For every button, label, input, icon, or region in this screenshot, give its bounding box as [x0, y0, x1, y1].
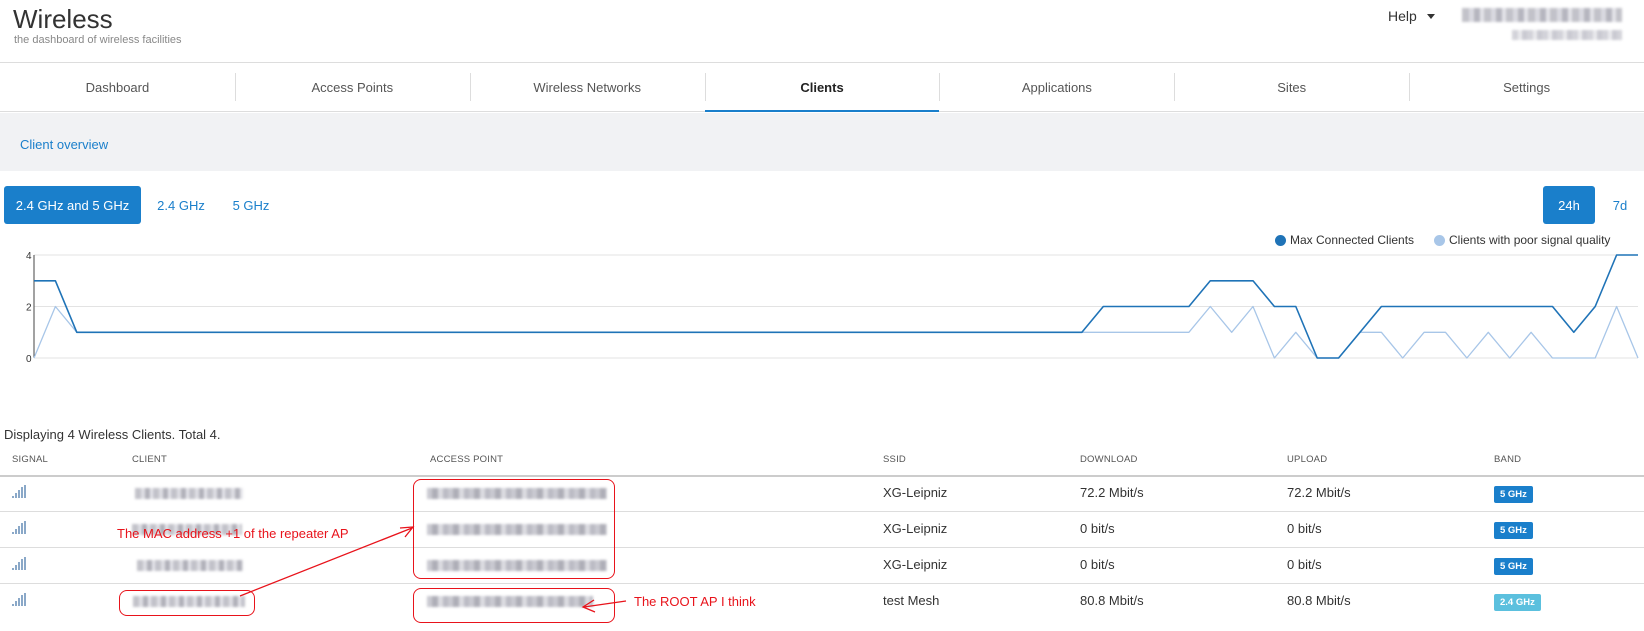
- legend-swatch: [1434, 234, 1445, 246]
- annotation-box-root-ap: [413, 588, 615, 623]
- legend-swatch: [1275, 234, 1286, 246]
- signal-strength-icon: [12, 557, 34, 570]
- download-cell: 80.8 Mbit/s: [1080, 593, 1144, 608]
- help-label: Help: [1388, 8, 1417, 24]
- download-cell: 0 bit/s: [1080, 521, 1115, 536]
- annotation-box-client: [119, 590, 255, 616]
- band-badge: 5 GHz: [1494, 558, 1533, 575]
- upload-cell: 0 bit/s: [1287, 557, 1322, 572]
- subnav-bar: Client overview: [0, 113, 1644, 171]
- band-filter-5[interactable]: 5 GHz: [222, 186, 280, 224]
- client-overview-link[interactable]: Client overview: [20, 137, 108, 152]
- client-mac-redacted: [135, 488, 243, 499]
- main-nav: Dashboard Access Points Wireless Network…: [0, 62, 1644, 112]
- arrowhead: [399, 526, 415, 538]
- band-badge: 5 GHz: [1494, 486, 1533, 503]
- tab-settings[interactable]: Settings: [1409, 63, 1644, 111]
- col-client[interactable]: CLIENT: [132, 454, 167, 465]
- col-band[interactable]: BAND: [1494, 454, 1521, 465]
- table-header-divider: [0, 475, 1644, 477]
- legend-max-clients: Max Connected Clients: [1275, 233, 1414, 247]
- range-filter-24h[interactable]: 24h: [1543, 186, 1595, 224]
- chevron-down-icon: [1426, 13, 1435, 19]
- col-download[interactable]: DOWNLOAD: [1080, 454, 1138, 465]
- ssid-cell: XG-Leipniz: [883, 521, 948, 536]
- band-filter-all[interactable]: 2.4 GHz and 5 GHz: [4, 186, 141, 224]
- upload-cell: 0 bit/s: [1287, 521, 1322, 536]
- app-title: Wireless: [13, 4, 113, 34]
- signal-strength-icon: [12, 485, 34, 498]
- tab-wireless-networks[interactable]: Wireless Networks: [469, 63, 705, 111]
- clients-summary: Displaying 4 Wireless Clients. Total 4.: [4, 427, 221, 442]
- client-mac-redacted: [137, 560, 243, 571]
- ssid-cell: XG-Leipniz: [883, 485, 948, 500]
- y-tick-label: 2: [26, 303, 32, 314]
- col-access-point[interactable]: ACCESS POINT: [430, 454, 503, 465]
- row-divider: [0, 583, 1644, 584]
- col-signal[interactable]: SIGNAL: [12, 454, 48, 465]
- app-header: Wireless the dashboard of wireless facil…: [0, 0, 1644, 62]
- y-tick-label: 4: [26, 251, 32, 262]
- download-cell: 72.2 Mbit/s: [1080, 485, 1144, 500]
- signal-strength-icon: [12, 593, 34, 606]
- band-badge: 2.4 GHz: [1494, 594, 1541, 611]
- help-menu[interactable]: Help: [1388, 8, 1435, 24]
- annotation-repeater-note: The MAC address +1 of the repeater AP: [117, 526, 349, 541]
- col-upload[interactable]: UPLOAD: [1287, 454, 1327, 465]
- signal-strength-icon: [12, 521, 34, 534]
- tab-dashboard[interactable]: Dashboard: [0, 63, 235, 111]
- legend-label: Max Connected Clients: [1290, 233, 1415, 247]
- col-ssid[interactable]: SSID: [883, 454, 906, 465]
- tab-clients[interactable]: Clients: [704, 63, 940, 112]
- legend-poor-signal: Clients with poor signal quality: [1434, 233, 1610, 247]
- upload-cell: 80.8 Mbit/s: [1287, 593, 1351, 608]
- y-tick-label: 0: [26, 354, 32, 365]
- band-badge: 5 GHz: [1494, 522, 1533, 539]
- app-subtitle: the dashboard of wireless facilities: [14, 34, 182, 46]
- ssid-cell: XG-Leipniz: [883, 557, 948, 572]
- range-filter-7d[interactable]: 7d: [1604, 186, 1636, 224]
- clients-line-chart: 0 2 4: [26, 251, 1639, 365]
- upload-cell: 72.2 Mbit/s: [1287, 485, 1351, 500]
- tab-applications[interactable]: Applications: [939, 63, 1174, 111]
- user-org-redacted: [1512, 30, 1622, 40]
- band-filter-24[interactable]: 2.4 GHz: [150, 186, 212, 224]
- tab-sites[interactable]: Sites: [1174, 63, 1409, 111]
- legend-label: Clients with poor signal quality: [1449, 233, 1611, 247]
- row-divider: [0, 547, 1644, 548]
- annotation-root-note: The ROOT AP I think: [634, 594, 756, 609]
- ssid-cell: test Mesh: [883, 593, 940, 608]
- user-name-redacted: [1462, 8, 1622, 22]
- user-menu[interactable]: [1462, 6, 1632, 46]
- annotation-box-repeater-ap: [413, 479, 615, 579]
- download-cell: 0 bit/s: [1080, 557, 1115, 572]
- tab-access-points[interactable]: Access Points: [234, 63, 470, 111]
- row-divider: [0, 511, 1644, 512]
